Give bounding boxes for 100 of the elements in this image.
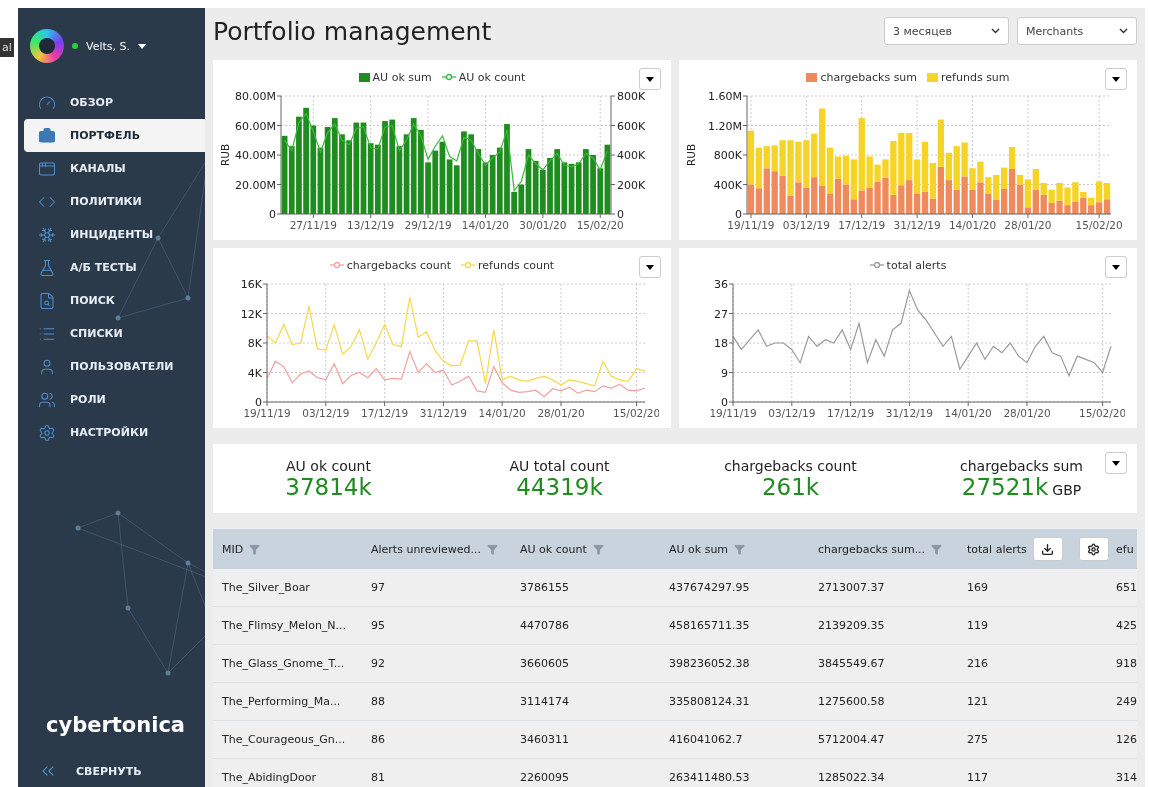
tick-label: 03/12/19 [782,219,830,232]
dropdown-button[interactable] [1105,256,1127,279]
tick-label: 600K [617,119,646,133]
table-cell-text: The_Flimsy_Melon_N... [222,619,348,633]
table-cell-text: 3460311 [520,733,570,747]
tick-label: 31/12/19 [419,407,467,420]
nav-item[interactable]: А/Б ТЕСТЫ [24,251,205,284]
filter-dropdown[interactable]: Merchants [1017,17,1137,46]
table-cell-text: 3786155 [520,581,570,595]
column-header[interactable]: efu [1116,542,1134,556]
table-cell-text: 335808124.31 [669,695,751,709]
table-cell-text: 117 [967,771,989,785]
nav-item[interactable]: ПОЛЬЗОВАТЕЛИ [24,350,205,383]
table-cell-text: 216 [967,657,989,671]
table-cell-text: 458165711.35 [669,619,751,633]
column-header[interactable]: MID [222,542,244,556]
dropdown-button[interactable] [1105,68,1127,91]
legend-label: refunds sum [941,70,1010,84]
legend-label: chargebacks count [346,258,452,272]
column-header[interactable]: AU ok sum [669,542,729,556]
kpi-value: 37814k [285,473,372,500]
nav-item[interactable]: ПОРТФЕЛЬ [24,119,205,152]
table-cell: 314 [1116,771,1137,785]
nav-item[interactable]: СПИСКИ [24,317,205,350]
table-cell-text: 416041062.7 [669,733,744,747]
table-cell-text: 2260095 [520,771,570,785]
nav-item[interactable]: ПОЛИТИКИ [24,185,205,218]
table-cell-text: 275 [967,733,989,747]
column-header[interactable]: Alerts unreviewed... [371,542,481,556]
tooltip: al [0,38,14,57]
user-icon [38,357,56,376]
tick-label: 19/11/19 [709,407,757,420]
dropdown-button[interactable] [639,68,661,91]
nav-item[interactable]: ПОИСК [24,284,205,317]
dropdown-button[interactable] [639,256,661,279]
table-cell-text: 88 [371,695,386,709]
kpi-label: chargebacks count [724,457,857,474]
nav-item[interactable]: ОБЗОР [24,86,205,119]
flask-icon [38,258,56,277]
caret-icon [138,43,146,49]
legend-label: AU ok count [458,70,526,84]
snowflake-icon [38,225,56,244]
tick-label: 30/01/20 [519,219,567,232]
tick-label: 0 [269,208,276,222]
dropdown-button[interactable] [1105,452,1127,475]
tick-label: 800K [617,90,646,104]
tick-label: 400K [617,149,646,163]
nav-item[interactable]: ИНЦИДЕНТЫ [24,218,205,251]
tick-label: 16K [240,278,262,292]
tick-label: 28/01/20 [1004,219,1052,232]
kpi-value: 27521k [961,473,1049,500]
legend-label: refunds count [478,258,555,272]
table-cell-text: 2713007.37 [818,581,886,595]
column-header[interactable]: chargebacks sum... [818,542,926,556]
tick-label: 19/11/19 [243,407,291,420]
tick-label: 19/11/19 [727,219,775,232]
tick-label: 20.00M [235,178,276,192]
table-cell-text: 398236052.38 [669,657,751,671]
table-cell-text: 119 [967,619,989,633]
kpi-label: AU ok count [286,457,371,474]
table-cell-text: The_Silver_Boar [222,581,311,595]
column-header[interactable]: total alerts [967,542,1027,556]
kpi-label: chargebacks sum [960,457,1083,474]
tick-label: 1.60M [708,90,742,104]
table-cell: 425 [1116,619,1137,633]
table-cell-text: 92 [371,657,386,671]
column-header[interactable]: AU ok count [520,542,587,556]
tick-label: 4K [247,366,262,380]
table-cell-text: 3114174 [520,695,570,709]
gauge-icon [38,93,56,112]
table-cell-text: 97 [371,581,386,595]
tick-label: 15/02/20 [1075,219,1123,232]
tick-label: 400K [713,178,742,192]
avatar[interactable] [30,29,64,63]
page-title: Portfolio management [213,16,493,46]
nav-item[interactable]: КАНАЛЫ [24,152,205,185]
download-button[interactable] [1032,537,1063,562]
tick-label: 18 [714,337,728,351]
file-search-icon [38,291,56,310]
tick-label: 40.00M [235,149,276,163]
table-cell-text: The_Glass_Gnome_T... [222,657,346,671]
filter-dropdown[interactable]: 3 месяцев [884,17,1009,46]
nav-item[interactable]: НАСТРОЙКИ [24,416,205,449]
tick-label: 0 [255,396,262,410]
legend-label: AU ok sum [372,70,432,84]
tick-label: 14/01/20 [944,407,992,420]
tick-label: 15/02/20 [613,407,659,420]
table-cell-text: 81 [371,771,386,785]
caret-icon [1112,460,1120,466]
chevron-icon [991,28,1000,35]
tick-label: 14/01/20 [461,219,510,232]
settings-button[interactable] [1078,537,1109,562]
table-cell: 126 [1116,733,1137,747]
briefcase-icon [38,126,56,145]
window-icon [38,159,56,178]
user-name[interactable]: Velts, S. [86,39,130,53]
kpi-value: 261k [761,473,820,500]
tick-label: 17/12/19 [361,407,409,420]
collapse-button[interactable]: СВЕРНУТЬ [18,761,205,787]
nav-item[interactable]: РОЛИ [24,383,205,416]
